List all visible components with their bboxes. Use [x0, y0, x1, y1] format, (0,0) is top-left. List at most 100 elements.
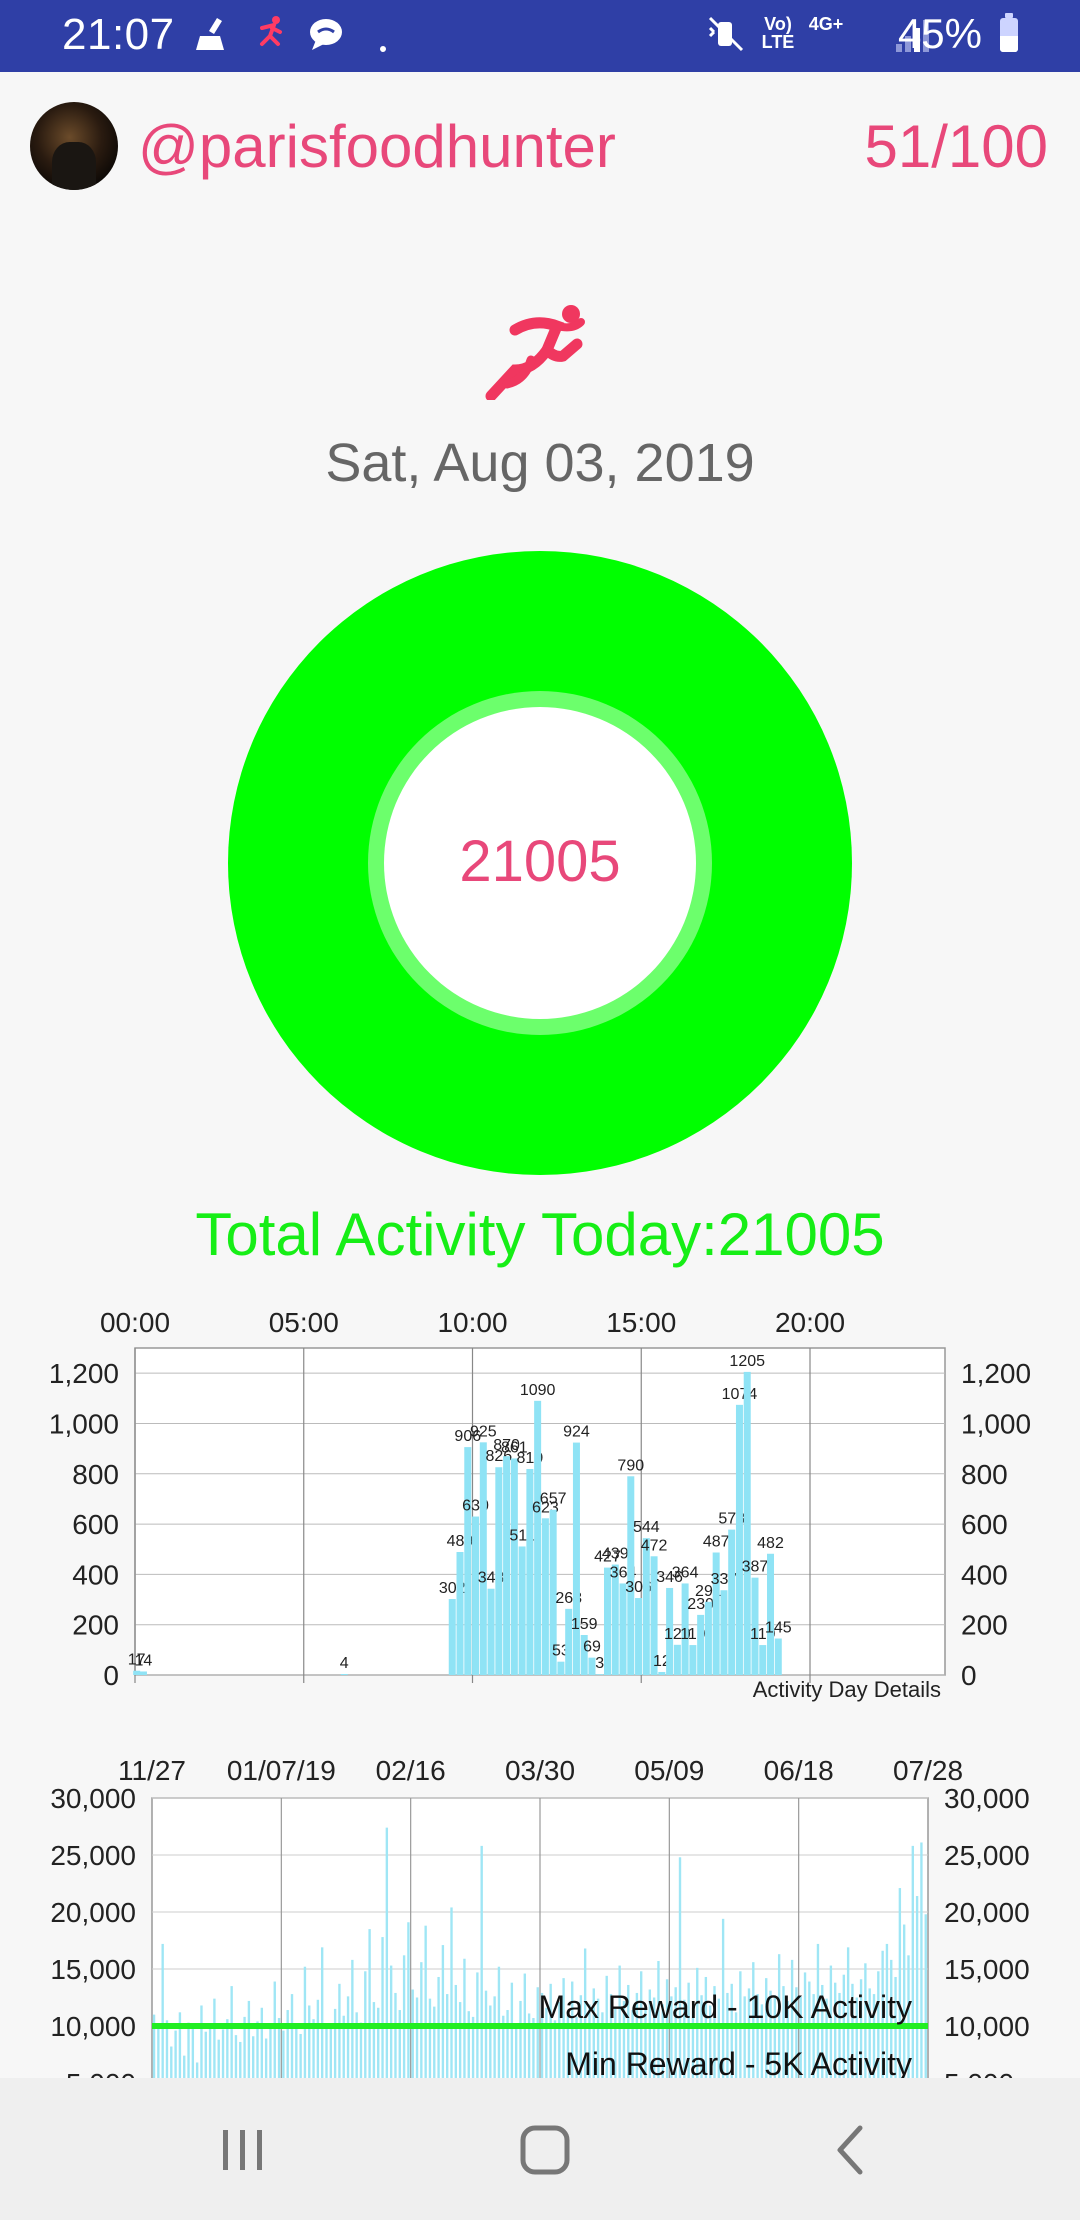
chart-bar — [518, 1546, 526, 1675]
chart-bar — [282, 2030, 285, 2078]
reference-line-label: Min Reward - 5K Activity — [565, 2046, 912, 2078]
data-label: 544 — [633, 1519, 660, 1536]
recents-icon[interactable] — [213, 2120, 273, 2180]
chart-bar — [385, 1827, 389, 2078]
status-bar: 21:07 Vo) LTE 4G+ 45% — [0, 0, 1080, 72]
chart-bar — [260, 2007, 264, 2078]
progress-count: 51/100 — [864, 113, 1048, 180]
chart-bar — [217, 2039, 220, 2078]
x-tick-label: 05:00 — [269, 1307, 339, 1338]
y-tick-label-right: 200 — [961, 1610, 1008, 1641]
volte-icon: Vo) LTE — [761, 14, 795, 52]
chart-bar — [325, 2024, 328, 2078]
chart-bar — [402, 1955, 406, 2078]
chart-bar — [924, 1914, 927, 2078]
avatar[interactable] — [30, 102, 118, 190]
battery-icon — [1000, 13, 1018, 52]
chart-bar — [489, 2005, 492, 2078]
chart-bar — [503, 1456, 511, 1675]
chart-bar — [407, 1922, 410, 2078]
data-label: 159 — [571, 1616, 598, 1633]
x-tick-label: 06/18 — [764, 1755, 834, 1786]
chart-bar — [735, 1404, 743, 1675]
username[interactable]: @parisfoodhunter — [138, 112, 616, 181]
chart-bar — [351, 1959, 354, 2078]
chart-bar — [767, 1553, 775, 1675]
x-tick-label: 15:00 — [606, 1307, 676, 1338]
chart-bar — [479, 1442, 487, 1675]
chart-bar — [911, 1845, 914, 2078]
x-tick-label: 03/30 — [505, 1755, 575, 1786]
y-tick-label-left: 400 — [72, 1559, 119, 1590]
chart-bar — [398, 2010, 401, 2078]
home-icon[interactable] — [515, 2120, 575, 2180]
chart-bar — [183, 2055, 186, 2078]
chart-title: Activity Day Details — [753, 1677, 941, 1702]
y-tick-label-left: 10,000 — [50, 2011, 136, 2042]
chart-bar — [619, 1583, 627, 1675]
chart-bar — [454, 1984, 458, 2078]
data-label: 145 — [765, 1620, 792, 1637]
chart-bar — [463, 1958, 466, 2078]
y-tick-label-right: 1,200 — [961, 1358, 1031, 1389]
chart-bar — [264, 2038, 268, 2078]
day-activity-chart[interactable]: 0 0 200 200 400 400 600 600 800 800 1,000 1,000 1,20… — [0, 1290, 1080, 1710]
chart-bar — [448, 1599, 456, 1675]
chart-bar — [557, 1661, 565, 1675]
chart-bar — [133, 1670, 141, 1675]
chart-bar — [247, 2000, 251, 2078]
battery-percent: 45% — [897, 10, 982, 57]
chart-bar — [759, 1645, 767, 1675]
x-tick-label: 07/28 — [893, 1755, 963, 1786]
chart-bar — [420, 1962, 423, 2078]
data-label: 3 — [595, 1655, 604, 1672]
chart-bar — [256, 2021, 259, 2078]
chart-bar — [368, 1929, 371, 2078]
chart-bar — [161, 1943, 164, 2078]
data-label: 364 — [672, 1564, 699, 1581]
x-tick-label: 00:00 — [100, 1307, 170, 1338]
x-tick-label: 11/27 — [118, 1755, 186, 1786]
chart-bar — [316, 1999, 320, 2078]
chart-bar — [534, 1400, 542, 1675]
chart-bar — [541, 1518, 549, 1675]
chart-bar — [572, 1442, 580, 1675]
chart-bar — [635, 1598, 643, 1675]
chart-bar — [697, 1614, 705, 1675]
chart-bar — [487, 1588, 495, 1675]
ring-value: 21005 — [459, 829, 621, 894]
chart-bar — [596, 1674, 604, 1675]
y-tick-label-left: 25,000 — [50, 1840, 136, 1871]
chart-bar — [497, 1966, 501, 2078]
back-icon[interactable] — [822, 2120, 882, 2180]
y-tick-label-left: 1,200 — [49, 1358, 119, 1389]
total-activity-label: Total Activity Today:21005 — [195, 1201, 885, 1268]
y-tick-label-right: 25,000 — [944, 1840, 1030, 1871]
x-tick-label: 10:00 — [437, 1307, 507, 1338]
chart-bar — [290, 1994, 294, 2078]
chart-bar — [728, 1529, 736, 1675]
y-tick-label-right: 800 — [961, 1459, 1008, 1490]
chart-bar — [208, 2024, 212, 2078]
chart-bar — [519, 2000, 522, 2078]
chart-bar — [604, 1567, 611, 1675]
data-label: 439 — [602, 1546, 629, 1563]
reference-line-label: Max Reward - 10K Activity — [539, 1989, 912, 2025]
data-label: 472 — [641, 1537, 668, 1554]
chart-bar — [195, 2062, 199, 2078]
chart-bar — [381, 1937, 384, 2078]
chart-bar — [191, 2027, 195, 2078]
data-label: 1074 — [722, 1386, 758, 1403]
chart-bar — [484, 1990, 488, 2078]
activity-date[interactable]: Sat, Aug 03, 2019 — [0, 432, 1080, 494]
chart-bar — [495, 1467, 503, 1675]
history-activity-chart[interactable]: 5,000 5,000 10,000 10,000 15,000 15,000 20,000… — [0, 1740, 1080, 2078]
y-tick-label-right: 10,000 — [944, 2011, 1030, 2042]
chart-bar — [678, 1857, 682, 2078]
chart-bar — [372, 2002, 376, 2078]
data-label: 482 — [757, 1535, 784, 1552]
y-tick-label-right: 15,000 — [944, 1954, 1030, 1985]
chart-bar — [493, 1996, 496, 2078]
y-tick-label-left: 200 — [72, 1610, 119, 1641]
chart-bar — [269, 2028, 272, 2078]
